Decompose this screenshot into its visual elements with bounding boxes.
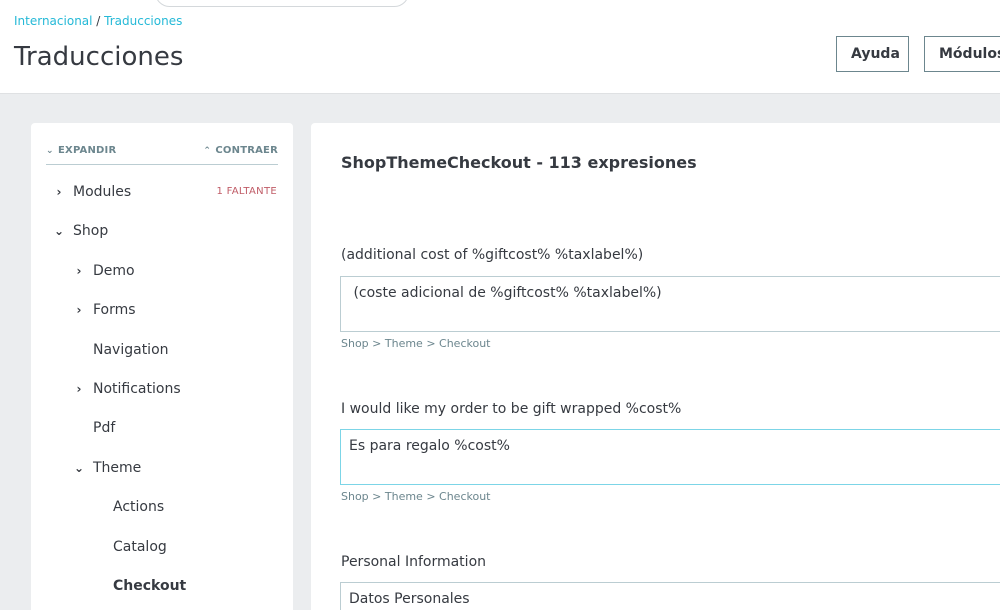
- help-button[interactable]: Ayuda: [836, 36, 909, 72]
- missing-badge: 1 FALTANTE: [216, 186, 277, 197]
- tree-node-label: Pdf: [93, 420, 116, 436]
- translations-panel: ShopThemeCheckout - 113 expresiones (add…: [311, 123, 1000, 610]
- chevron-right-icon[interactable]: ›: [73, 261, 85, 281]
- page-header: Internacional / Traducciones Traduccione…: [0, 0, 1000, 94]
- tree-node-shop[interactable]: ⌄ Shop: [54, 221, 109, 241]
- translation-field[interactable]: Datos Personales: [340, 582, 1000, 610]
- tree-node-notifications[interactable]: › Notifications: [77, 379, 181, 399]
- source-string: (additional cost of %giftcost% %taxlabel…: [341, 247, 644, 263]
- collapse-label: CONTRAER: [215, 145, 278, 156]
- tree-node-actions[interactable]: Actions: [113, 497, 164, 517]
- page-title: Traducciones: [14, 42, 184, 72]
- translation-field[interactable]: Es para regalo %cost%: [340, 429, 1000, 485]
- tree-node-forms[interactable]: › Forms: [77, 300, 136, 320]
- chevron-right-icon[interactable]: ›: [73, 300, 85, 320]
- tree-node-label: Navigation: [93, 342, 169, 358]
- tree-node-label: Modules: [73, 184, 132, 200]
- tree-node-checkout[interactable]: Checkout: [113, 576, 186, 596]
- tree-node-label: Checkout: [113, 578, 187, 594]
- chevron-right-icon[interactable]: ›: [53, 182, 65, 202]
- tree-node-modules[interactable]: › Modules: [57, 182, 132, 202]
- entry-path: Shop > Theme > Checkout: [341, 337, 491, 350]
- tree-node-label: Theme: [93, 460, 142, 476]
- chevron-down-icon[interactable]: ⌄: [53, 221, 65, 241]
- chevron-down-icon[interactable]: ⌄: [73, 458, 85, 478]
- translation-tree-panel: ⌄ EXPANDIR ⌃ CONTRAER › Modules 1 FALTANTE …: [31, 123, 293, 610]
- domain-title: ShopThemeCheckout - 113 expresiones: [341, 153, 697, 172]
- entry-path: Shop > Theme > Checkout: [341, 490, 491, 503]
- modules-button[interactable]: Módulos: [924, 36, 1000, 72]
- tree-node-label: Actions: [113, 499, 165, 515]
- expand-label: EXPANDIR: [58, 145, 117, 156]
- breadcrumb-link-internacional[interactable]: Internacional: [14, 14, 92, 28]
- tree-node-theme[interactable]: ⌄ Theme: [74, 458, 142, 478]
- tree-node-navigation[interactable]: Navigation: [93, 340, 169, 360]
- tree-node-label: Forms: [93, 302, 136, 318]
- tree-node-catalog[interactable]: Catalog: [113, 537, 167, 557]
- tree-node-label: Shop: [73, 223, 109, 239]
- tree-controls: ⌄ EXPANDIR ⌃ CONTRAER: [46, 144, 278, 165]
- tree-node-label: Demo: [93, 263, 135, 279]
- breadcrumb-separator: /: [92, 14, 105, 28]
- tree-node-label: Catalog: [113, 539, 167, 555]
- collapse-all-button[interactable]: ⌃ CONTRAER: [203, 145, 278, 156]
- chevron-right-icon[interactable]: ›: [73, 379, 85, 399]
- translation-field[interactable]: (coste adicional de %giftcost% %taxlabel…: [340, 276, 1000, 332]
- expand-all-button[interactable]: ⌄ EXPANDIR: [46, 145, 116, 156]
- tree-node-demo[interactable]: › Demo: [77, 261, 135, 281]
- breadcrumb-link-traducciones[interactable]: Traducciones: [104, 14, 182, 28]
- chevron-up-icon: ⌃: [203, 146, 212, 156]
- tree-node-label: Notifications: [93, 381, 181, 397]
- source-string: Personal Information: [341, 554, 487, 570]
- tree-node-pdf[interactable]: Pdf: [93, 418, 115, 438]
- breadcrumb: Internacional / Traducciones: [14, 14, 182, 28]
- chevron-down-icon: ⌄: [46, 146, 54, 156]
- search-input[interactable]: [155, 0, 409, 7]
- source-string: I would like my order to be gift wrapped…: [341, 401, 682, 417]
